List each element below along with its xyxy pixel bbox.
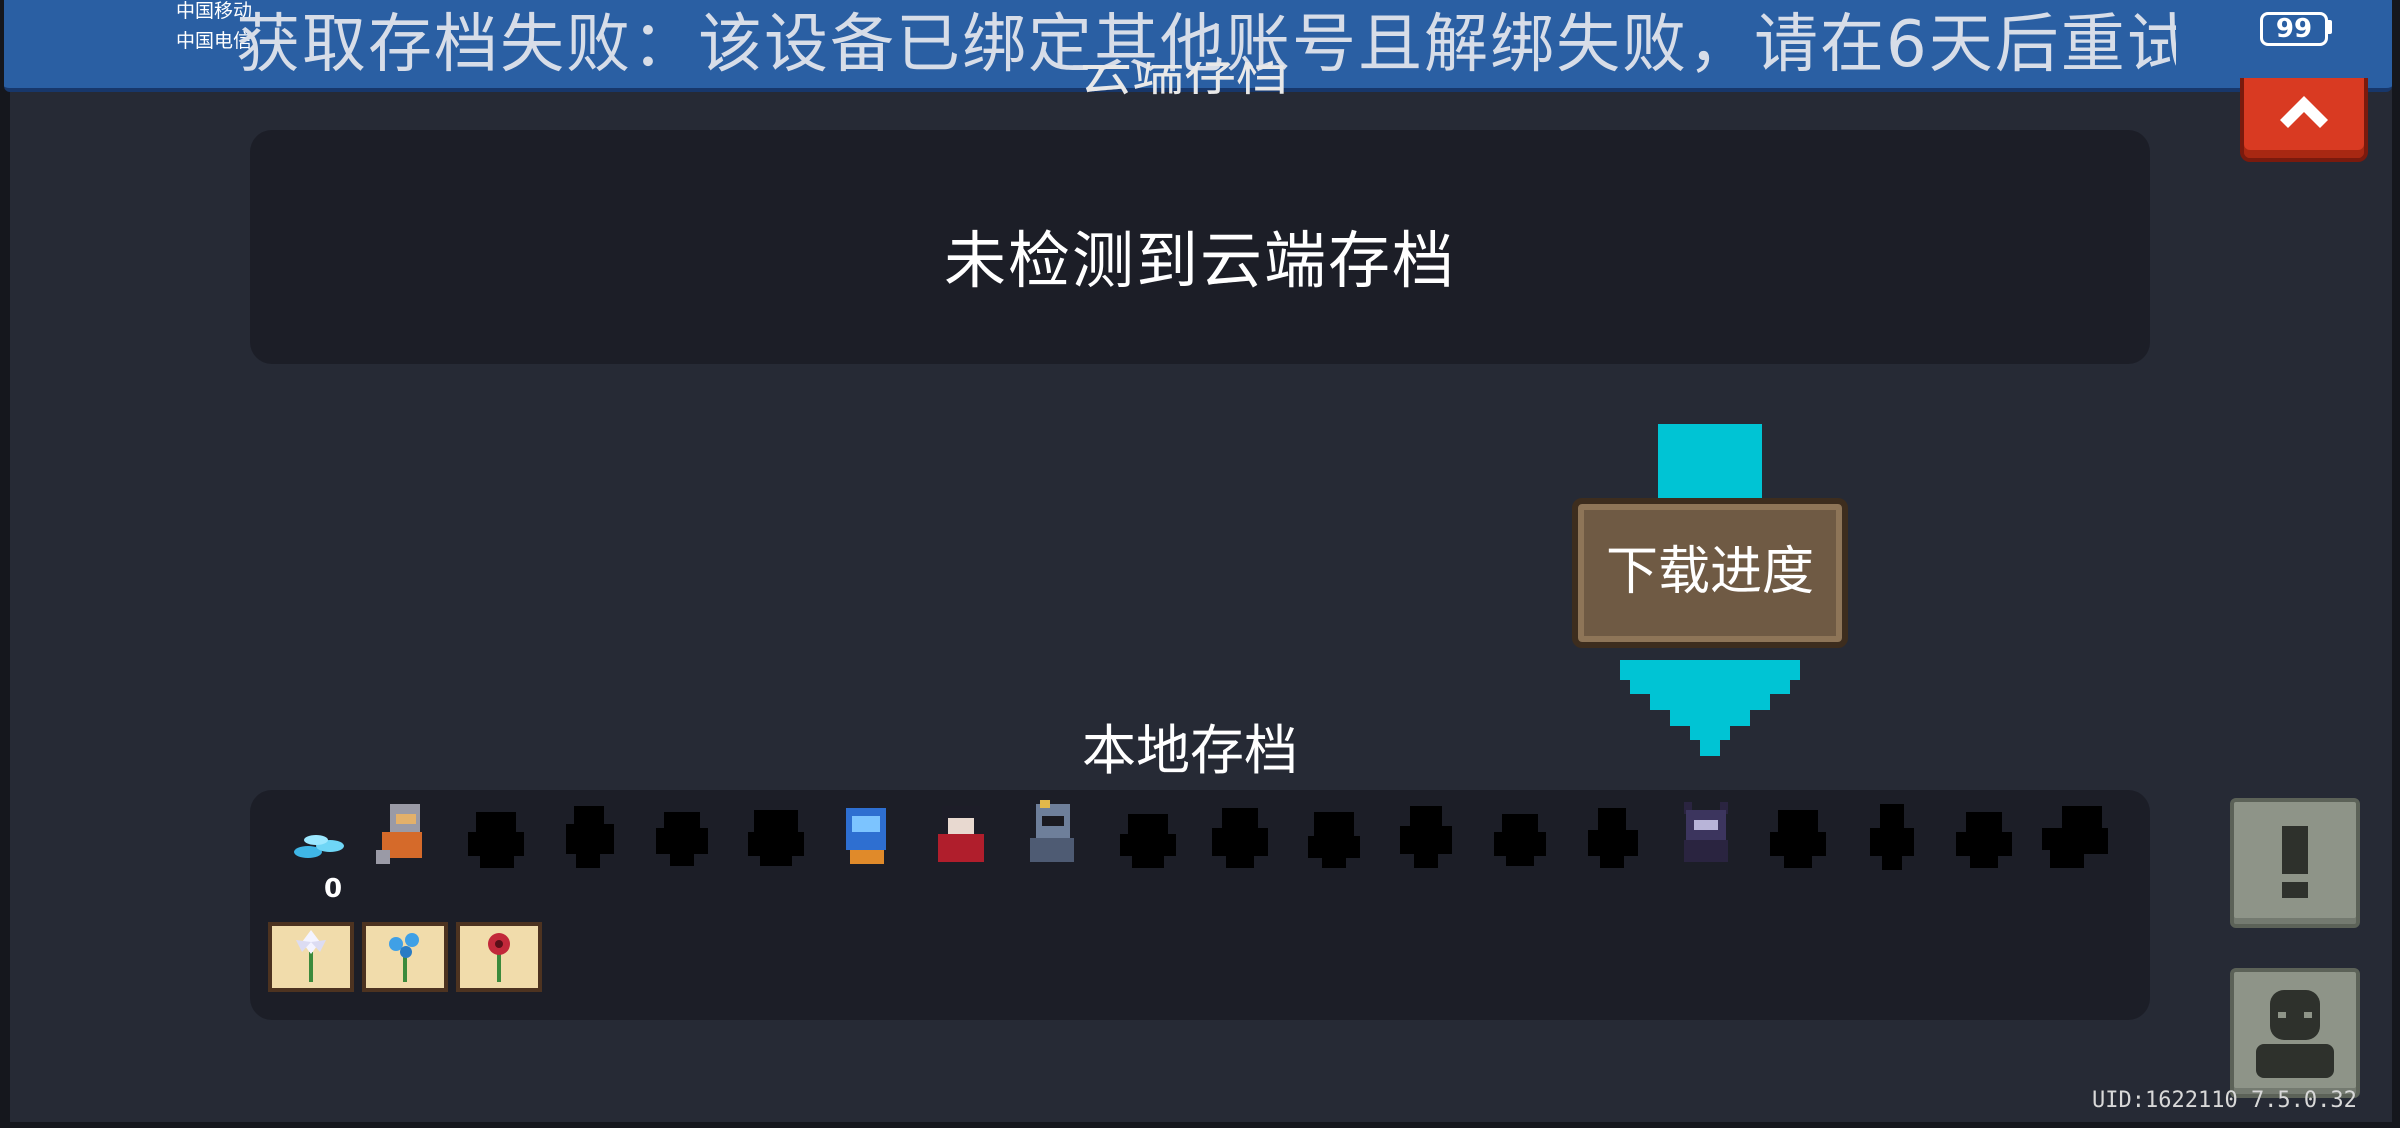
notice-button[interactable] bbox=[2230, 798, 2360, 928]
exclamation-icon bbox=[2282, 826, 2308, 898]
close-button[interactable] bbox=[2240, 78, 2368, 162]
red-flower-icon bbox=[488, 933, 510, 982]
locked-character-icon bbox=[2042, 806, 2108, 868]
vampire-character-icon bbox=[938, 806, 984, 862]
cloud-save-title: 云端存档 bbox=[1080, 62, 1289, 103]
account-button[interactable] bbox=[2230, 968, 2360, 1098]
gem-icon bbox=[294, 835, 344, 858]
battery-tip-icon bbox=[2328, 20, 2332, 34]
plant-slot bbox=[456, 922, 542, 992]
uid-version-label: UID:1622110 7.5.0.32 bbox=[2092, 1088, 2357, 1113]
locked-character-icon bbox=[566, 806, 614, 868]
download-progress-label: 下载进度 bbox=[1605, 542, 1814, 602]
locked-character-icon bbox=[748, 810, 804, 866]
cloud-save-message: 未检测到云端存档 bbox=[943, 224, 1456, 297]
robot-character-icon bbox=[846, 808, 886, 864]
locked-character-icon bbox=[1308, 812, 1360, 868]
locked-character-icon bbox=[1212, 808, 1268, 868]
paladin-character-icon bbox=[1030, 800, 1074, 862]
down-arrow-icon bbox=[1620, 660, 1800, 756]
locked-character-icon bbox=[1400, 806, 1452, 868]
user-silhouette-icon bbox=[2256, 990, 2334, 1078]
battery-indicator: 99 bbox=[2260, 12, 2328, 46]
chevron-up-icon bbox=[2280, 96, 2328, 128]
knight-character-icon bbox=[376, 804, 422, 864]
locked-character-icon bbox=[1494, 814, 1546, 866]
demon-character-icon bbox=[1684, 802, 1728, 862]
locked-character-icon bbox=[1770, 810, 1826, 868]
locked-character-icon bbox=[1956, 812, 2012, 868]
download-progress-button[interactable]: 下载进度 bbox=[1572, 498, 1848, 648]
plant-slot bbox=[362, 922, 448, 992]
locked-character-icon bbox=[1588, 808, 1638, 868]
character-row: 0 bbox=[274, 798, 2134, 904]
download-arrow-stem bbox=[1658, 424, 1762, 502]
locked-character-icon bbox=[1120, 814, 1176, 868]
local-save-panel: 0 bbox=[250, 790, 2150, 1020]
locked-character-icon bbox=[1870, 804, 1914, 870]
locked-character-icon bbox=[468, 812, 524, 868]
blue-flower-icon bbox=[389, 933, 419, 982]
gem-count: 0 bbox=[324, 874, 343, 904]
cloud-save-panel: 未检测到云端存档 bbox=[250, 130, 2150, 364]
locked-character-icon bbox=[656, 812, 708, 866]
local-save-title: 本地存档 bbox=[1082, 719, 1298, 782]
white-flower-icon bbox=[296, 930, 326, 982]
plant-slot bbox=[268, 922, 354, 992]
